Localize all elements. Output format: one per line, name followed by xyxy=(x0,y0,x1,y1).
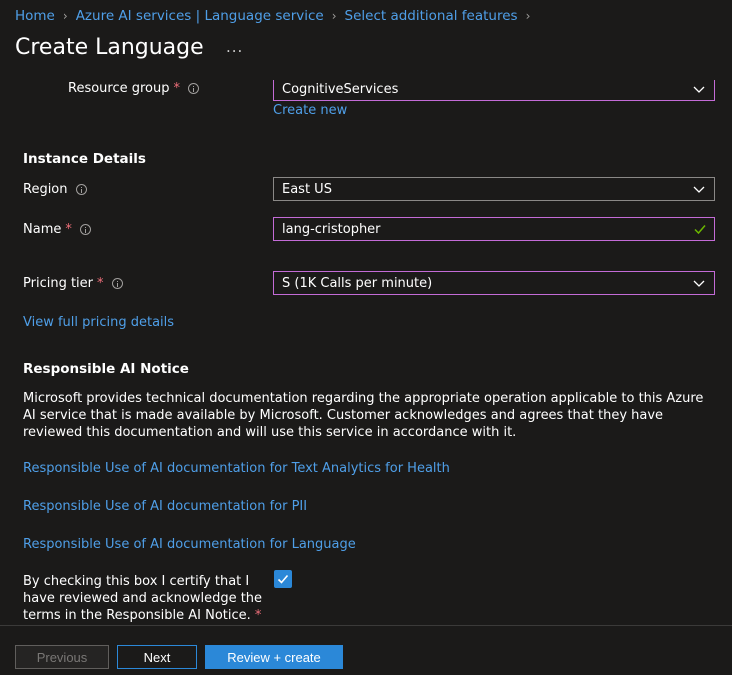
required-marker: * xyxy=(97,276,104,291)
chevron-right-icon: › xyxy=(331,9,337,23)
page-title: Create Language xyxy=(15,35,204,60)
info-icon[interactable] xyxy=(75,184,87,195)
view-pricing-link[interactable]: View full pricing details xyxy=(23,315,174,330)
region-label: Region xyxy=(23,182,68,197)
breadcrumb-select-features[interactable]: Select additional features xyxy=(345,8,518,24)
resource-group-dropdown[interactable]: CognitiveServices xyxy=(273,80,715,101)
chevron-down-icon xyxy=(693,86,705,93)
certify-text: By checking this box I certify that I ha… xyxy=(23,574,263,623)
rai-link-language[interactable]: Responsible Use of AI documentation for … xyxy=(23,537,356,552)
chevron-down-icon xyxy=(693,280,705,287)
certify-checkbox[interactable] xyxy=(274,570,292,588)
region-value: East US xyxy=(282,181,332,197)
chevron-right-icon: › xyxy=(62,9,68,23)
info-icon[interactable] xyxy=(111,278,123,289)
breadcrumb-language-service[interactable]: Azure AI services | Language service xyxy=(76,8,324,24)
pricing-label-row: Pricing tier * xyxy=(23,276,123,291)
chevron-right-icon: › xyxy=(525,9,531,23)
instance-details-heading: Instance Details xyxy=(23,151,146,167)
pricing-tier-label: Pricing tier xyxy=(23,276,94,291)
previous-button[interactable]: Previous xyxy=(15,645,109,669)
review-create-button[interactable]: Review + create xyxy=(205,645,343,669)
breadcrumb: Home › Azure AI services | Language serv… xyxy=(15,7,538,25)
rai-link-pii[interactable]: Responsible Use of AI documentation for … xyxy=(23,499,307,514)
next-button[interactable]: Next xyxy=(117,645,197,669)
more-options-button[interactable]: ... xyxy=(226,38,243,56)
footer-bar: Previous Next Review + create xyxy=(0,625,732,675)
create-new-link[interactable]: Create new xyxy=(273,103,347,118)
checkmark-icon xyxy=(694,225,706,235)
checkmark-icon xyxy=(277,574,289,584)
region-label-row: Region xyxy=(23,182,87,197)
required-marker: * xyxy=(65,222,72,237)
name-label: Name xyxy=(23,222,62,237)
resource-group-label-row: Resource group * xyxy=(68,81,200,96)
name-value: lang-cristopher xyxy=(282,221,381,237)
chevron-down-icon xyxy=(693,186,705,193)
responsible-ai-heading: Responsible AI Notice xyxy=(23,361,189,377)
required-marker: * xyxy=(254,608,262,623)
certify-label: By checking this box I certify that I ha… xyxy=(23,573,263,624)
breadcrumb-home[interactable]: Home xyxy=(15,8,55,24)
responsible-ai-notice: Microsoft provides technical documentati… xyxy=(23,391,704,440)
required-marker: * xyxy=(173,81,181,96)
resource-group-value: CognitiveServices xyxy=(282,81,399,97)
region-dropdown[interactable]: East US xyxy=(273,177,715,201)
name-label-row: Name * xyxy=(23,222,91,237)
pricing-tier-value: S (1K Calls per minute) xyxy=(282,275,433,291)
info-icon[interactable] xyxy=(79,224,91,235)
name-input[interactable]: lang-cristopher xyxy=(273,217,715,241)
resource-group-label: Resource group xyxy=(68,81,170,96)
pricing-tier-dropdown[interactable]: S (1K Calls per minute) xyxy=(273,271,715,295)
rai-link-text-analytics-health[interactable]: Responsible Use of AI documentation for … xyxy=(23,461,450,476)
info-icon[interactable] xyxy=(188,83,200,94)
form-scroll-area[interactable]: Resource group * CognitiveServices Creat… xyxy=(0,80,732,625)
